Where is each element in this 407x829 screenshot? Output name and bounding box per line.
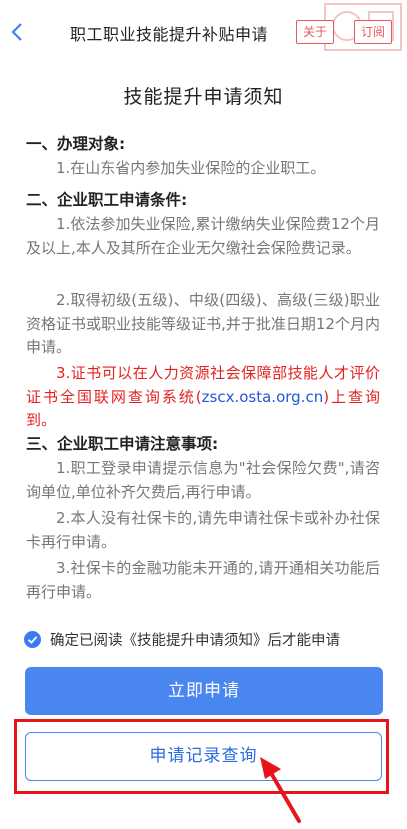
notice-title: 技能提升申请须知 [123, 86, 284, 108]
app-header: 职工职业技能提升补贴申请 关于 订阅 [0, 0, 407, 62]
checked-circle-icon[interactable] [24, 630, 41, 648]
section2-paragraph-3: 3.证书可以在人力资源社会保障部技能人才评价证书全国联网查询系统(zscx.os… [26, 362, 380, 433]
subscribe-button[interactable]: 订阅 [354, 20, 393, 44]
section2-paragraph-2: 2.取得初级(五级)、中级(四级)、高级(三级)职业资格证书或职业技能等级证书,… [26, 291, 380, 356]
agreement-text: 确定已阅读《技能提升申请须知》后才能申请 [50, 632, 340, 649]
section3-heading: 三、企业职工申请注意事项: [26, 435, 219, 453]
agreement-checkbox-row[interactable]: 确定已阅读《技能提升申请须知》后才能申请 [24, 628, 340, 650]
annotation-highlight-box [14, 719, 389, 794]
section3-paragraph-3: 3.社保卡的金融功能未开通的,请开通相关功能后再行申请。 [26, 559, 380, 601]
section1-heading: 一、办理对象: [26, 135, 126, 153]
section2-heading: 二、企业职工申请条件: [26, 191, 188, 209]
section2-paragraph-1: 1.依法参加失业保险,累计缴纳失业保险费12个月及以上,本人及其所在企业无欠缴社… [26, 215, 380, 257]
back-arrow-icon[interactable] [10, 22, 26, 42]
section3-paragraph-2: 2.本人没有社保卡的,请先申请社保卡或补办社保卡再行申请。 [26, 509, 380, 551]
apply-now-button[interactable]: 立即申请 [25, 667, 383, 715]
annotation-arrow-icon [260, 757, 301, 823]
section3-paragraph-1: 1.职工登录申请提示信息为"社会保险欠费",请咨询单位,单位补齐欠费后,再行申请… [26, 459, 380, 501]
page-title: 职工职业技能提升补贴申请 [70, 25, 269, 44]
section1-paragraph-1: 1.在山东省内参加失业保险的企业职工。 [56, 159, 326, 177]
query-site-link[interactable]: zscx.osta.org.cn [202, 388, 324, 406]
about-button[interactable]: 关于 [296, 20, 335, 44]
